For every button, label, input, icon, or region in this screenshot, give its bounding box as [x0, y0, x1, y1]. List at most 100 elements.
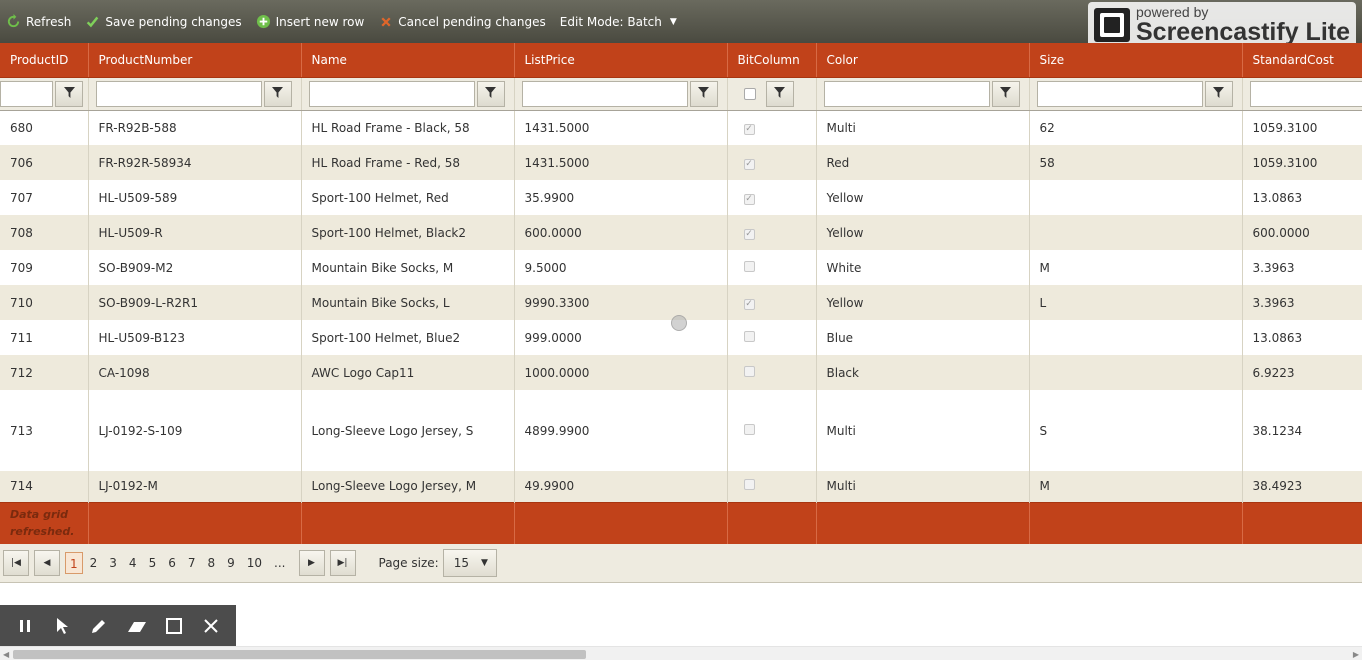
- cell-listprice[interactable]: 35.9900: [514, 180, 728, 215]
- cancel-pending-changes-button[interactable]: Cancel pending changes: [378, 14, 546, 29]
- cell-bitcolumn[interactable]: ✓: [727, 285, 817, 320]
- cell-bitcolumn[interactable]: [727, 355, 817, 390]
- next-page-button[interactable]: ▶: [298, 550, 325, 576]
- cell-productnumber[interactable]: HL-U509-B123: [88, 320, 302, 355]
- cell-color[interactable]: Multi: [816, 390, 1030, 471]
- cell-productnumber[interactable]: SO-B909-L-R2R1: [88, 285, 302, 320]
- bitcolumn-checkbox[interactable]: [743, 423, 755, 435]
- cell-standardcost[interactable]: 1059.3100: [1242, 145, 1362, 180]
- filter-button-size[interactable]: [1204, 80, 1233, 107]
- filter-input-productid[interactable]: [0, 80, 53, 107]
- column-header-productnumber[interactable]: ProductNumber: [88, 43, 302, 78]
- filter-input-color[interactable]: [823, 80, 990, 107]
- cell-productnumber[interactable]: LJ-0192-M: [88, 471, 302, 502]
- cell-size[interactable]: [1029, 320, 1243, 355]
- cell-listprice[interactable]: 9.5000: [514, 250, 728, 285]
- cell-size[interactable]: [1029, 180, 1243, 215]
- cell-listprice[interactable]: 4899.9900: [514, 390, 728, 471]
- cell-productid[interactable]: 710: [0, 285, 89, 320]
- cell-size[interactable]: [1029, 355, 1243, 390]
- rectangle-button[interactable]: [161, 613, 187, 639]
- column-header-color[interactable]: Color: [816, 43, 1030, 78]
- cell-listprice[interactable]: 600.0000: [514, 215, 728, 250]
- cell-standardcost[interactable]: 3.3963: [1242, 250, 1362, 285]
- cell-productnumber[interactable]: SO-B909-M2: [88, 250, 302, 285]
- pointer-button[interactable]: [49, 613, 75, 639]
- cell-name[interactable]: HL Road Frame - Red, 58: [301, 145, 515, 180]
- cell-productnumber[interactable]: HL-U509-589: [88, 180, 302, 215]
- column-header-productid[interactable]: ProductID: [0, 43, 89, 78]
- table-row[interactable]: 707 HL-U509-589 Sport-100 Helmet, Red 35.99…: [0, 180, 1362, 215]
- horizontal-scrollbar[interactable]: ◀ ▶: [0, 646, 1362, 660]
- cell-productid[interactable]: 706: [0, 145, 89, 180]
- cell-productid[interactable]: 709: [0, 250, 89, 285]
- filter-checkbox-bitcolumn[interactable]: [743, 87, 756, 100]
- filter-button-productid[interactable]: [55, 80, 83, 107]
- filter-input-standardcost[interactable]: [1249, 80, 1362, 107]
- cell-color[interactable]: Blue: [816, 320, 1030, 355]
- cell-productnumber[interactable]: CA-1098: [88, 355, 302, 390]
- table-row[interactable]: 714 LJ-0192-M Long-Sleeve Logo Jersey, M 49…: [0, 471, 1362, 502]
- cell-size[interactable]: [1029, 215, 1243, 250]
- refresh-button[interactable]: Refresh: [6, 14, 71, 29]
- bitcolumn-checkbox[interactable]: ✓: [743, 299, 755, 310]
- filter-input-listprice[interactable]: [521, 80, 688, 107]
- save-pending-changes-button[interactable]: Save pending changes: [85, 14, 242, 29]
- bitcolumn-checkbox[interactable]: [743, 260, 755, 272]
- cell-productnumber[interactable]: FR-R92R-58934: [88, 145, 302, 180]
- cell-productid[interactable]: 713: [0, 390, 89, 471]
- bitcolumn-checkbox[interactable]: [743, 365, 755, 377]
- cell-productnumber[interactable]: HL-U509-R: [88, 215, 302, 250]
- cell-size[interactable]: S: [1029, 390, 1243, 471]
- page-link-8[interactable]: 8: [202, 552, 220, 574]
- last-page-button[interactable]: ▶|: [329, 550, 356, 576]
- prev-page-button[interactable]: ◀: [34, 550, 60, 576]
- cell-name[interactable]: Sport-100 Helmet, Blue2: [301, 320, 515, 355]
- bitcolumn-checkbox[interactable]: ✓: [743, 229, 755, 240]
- edit-mode-dropdown[interactable]: Edit Mode: Batch ▼: [560, 15, 677, 29]
- scrollbar-thumb[interactable]: [13, 650, 586, 659]
- column-header-size[interactable]: Size: [1029, 43, 1243, 78]
- cell-color[interactable]: Yellow: [816, 180, 1030, 215]
- page-link-6[interactable]: 6: [163, 552, 181, 574]
- cell-name[interactable]: AWC Logo Cap11: [301, 355, 515, 390]
- filter-button-color[interactable]: [991, 80, 1020, 107]
- column-header-listprice[interactable]: ListPrice: [514, 43, 728, 78]
- cell-name[interactable]: Mountain Bike Socks, M: [301, 250, 515, 285]
- cell-bitcolumn[interactable]: [727, 471, 817, 502]
- cell-listprice[interactable]: 1000.0000: [514, 355, 728, 390]
- filter-button-listprice[interactable]: [689, 80, 718, 107]
- cell-bitcolumn[interactable]: [727, 250, 817, 285]
- cell-standardcost[interactable]: 600.0000: [1242, 215, 1362, 250]
- cell-standardcost[interactable]: 3.3963: [1242, 285, 1362, 320]
- cell-color[interactable]: Yellow: [816, 215, 1030, 250]
- cell-bitcolumn[interactable]: ✓: [727, 180, 817, 215]
- cell-color[interactable]: Multi: [816, 110, 1030, 145]
- page-more-link[interactable]: ...: [269, 552, 290, 574]
- cell-standardcost[interactable]: 13.0863: [1242, 180, 1362, 215]
- cell-bitcolumn[interactable]: ✓: [727, 145, 817, 180]
- scroll-right-icon[interactable]: ▶: [1353, 650, 1359, 659]
- cell-size[interactable]: M: [1029, 471, 1243, 502]
- cell-productid[interactable]: 708: [0, 215, 89, 250]
- table-row[interactable]: 708 HL-U509-R Sport-100 Helmet, Black2 600.…: [0, 215, 1362, 250]
- cell-productid[interactable]: 714: [0, 471, 89, 502]
- table-row[interactable]: 712 CA-1098 AWC Logo Cap11 1000.0000 Black 6.…: [0, 355, 1362, 390]
- cell-bitcolumn[interactable]: ✓: [727, 110, 817, 145]
- cell-bitcolumn[interactable]: ✓: [727, 215, 817, 250]
- column-header-name[interactable]: Name: [301, 43, 515, 78]
- filter-button-bitcolumn[interactable]: [765, 80, 794, 107]
- cell-size[interactable]: 58: [1029, 145, 1243, 180]
- filter-button-name[interactable]: [476, 80, 505, 107]
- cell-standardcost[interactable]: 13.0863: [1242, 320, 1362, 355]
- cell-standardcost[interactable]: 38.1234: [1242, 390, 1362, 471]
- cell-size[interactable]: M: [1029, 250, 1243, 285]
- filter-button-productnumber[interactable]: [263, 80, 292, 107]
- page-link-9[interactable]: 9: [222, 552, 240, 574]
- table-row[interactable]: 713 LJ-0192-S-109 Long-Sleeve Logo Jersey,…: [0, 390, 1362, 471]
- eraser-button[interactable]: [124, 613, 150, 639]
- page-link-4[interactable]: 4: [124, 552, 142, 574]
- bitcolumn-checkbox[interactable]: [743, 479, 755, 491]
- cell-name[interactable]: Long-Sleeve Logo Jersey, S: [301, 390, 515, 471]
- page-link-1[interactable]: 1: [65, 552, 83, 574]
